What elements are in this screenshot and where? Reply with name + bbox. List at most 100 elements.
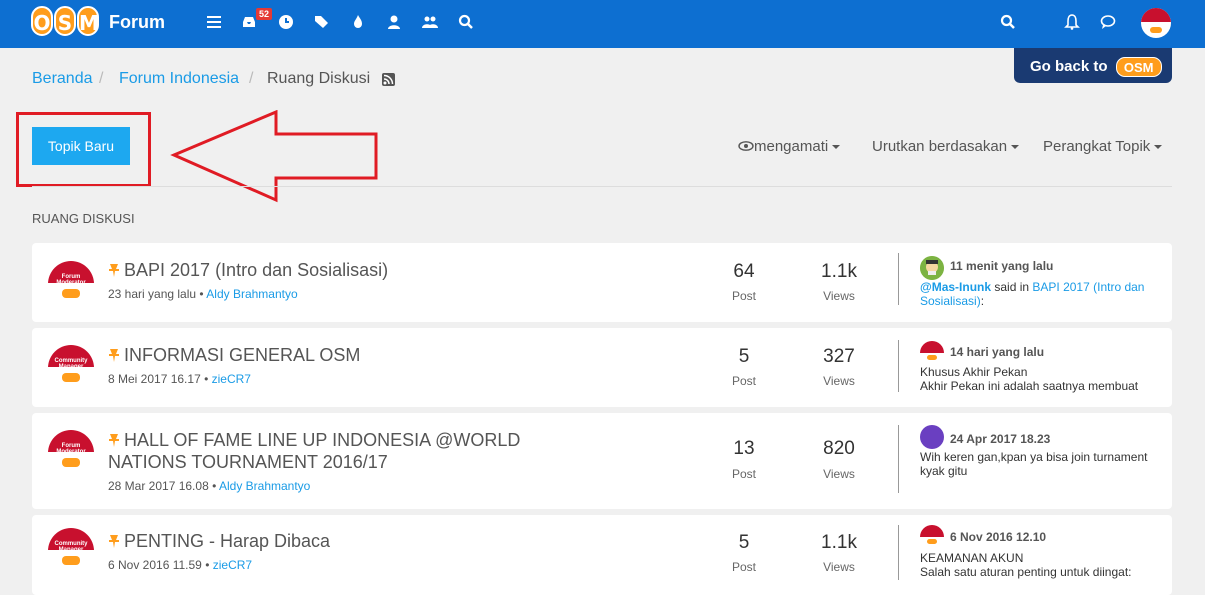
view-count: 820: [823, 438, 855, 459]
divider: [898, 425, 899, 493]
watch-label: mengamati: [754, 138, 829, 155]
logo-letter: S: [54, 6, 76, 36]
post-count: 13: [733, 438, 755, 459]
brand-title[interactable]: Forum: [109, 12, 165, 33]
fire-icon[interactable]: [349, 13, 367, 31]
last-post-teaser[interactable]: Wih keren gan,kpan ya bisa join turnamen…: [920, 450, 1150, 478]
breadcrumb-separator: /: [249, 70, 254, 87]
topic-row[interactable]: Forum Moderator BAPI 2017 (Intro dan Sos…: [32, 243, 1172, 322]
topic-time[interactable]: 6 Nov 2016 11.59: [108, 558, 202, 572]
caret-down-icon: [1011, 145, 1020, 150]
author-avatar[interactable]: Forum Moderator: [48, 261, 94, 307]
last-post-time[interactable]: 24 Apr 2017 18.23: [950, 432, 1050, 446]
topic-meta: 6 Nov 2016 11.59 • zieCR7: [108, 558, 253, 572]
teaser-line: Khusus Akhir Pekan: [920, 365, 1028, 379]
notification-badge: 52: [256, 8, 273, 20]
users-icon[interactable]: [421, 13, 439, 31]
topic-row[interactable]: Forum Moderator HALL OF FAME LINE UP IND…: [32, 413, 1172, 509]
last-poster-avatar[interactable]: [920, 256, 944, 280]
pin-icon: [109, 349, 119, 362]
search-icon[interactable]: [999, 13, 1017, 31]
topic-author[interactable]: Aldy Brahmantyo: [219, 479, 310, 493]
topic-author[interactable]: zieCR7: [212, 372, 251, 386]
rss-icon[interactable]: [382, 73, 395, 86]
top-navbar: O S M Forum 52: [0, 0, 1205, 48]
post-label: Post: [731, 289, 756, 303]
annotation-highlight-box: [16, 112, 151, 187]
user-icon[interactable]: [385, 13, 403, 31]
avatar-label: Moderator: [56, 280, 86, 286]
logo-letter: M: [77, 6, 99, 36]
topic-author[interactable]: Aldy Brahmantyo: [206, 287, 297, 301]
divider: [898, 525, 899, 580]
pin-icon: [109, 535, 119, 548]
topic-meta: 28 Mar 2017 16.08 • Aldy Brahmantyo: [108, 479, 311, 493]
last-post-time[interactable]: 11 menit yang lalu: [950, 259, 1053, 273]
go-back-osm-logo: OSM: [1115, 57, 1162, 77]
go-back-label: Go back to: [1030, 57, 1108, 75]
topic-title[interactable]: BAPI 2017 (Intro dan Sosialisasi): [108, 259, 608, 281]
last-post-teaser[interactable]: @Mas-Inunk said in BAPI 2017 (Intro dan …: [920, 280, 1150, 308]
last-post-teaser[interactable]: Khusus Akhir Pekan Akhir Pekan ini adala…: [920, 365, 1150, 393]
divider: [898, 340, 899, 392]
tags-icon[interactable]: [313, 13, 331, 31]
last-poster-avatar[interactable]: [920, 425, 944, 449]
annotation-arrow-icon: [170, 110, 378, 203]
topic-time[interactable]: 23 hari yang lalu: [108, 287, 196, 301]
pin-icon: [109, 264, 119, 277]
chat-icon[interactable]: [1099, 13, 1117, 31]
topic-title-text: BAPI 2017 (Intro dan Sosialisasi): [124, 260, 389, 280]
teaser-line: Akhir Pekan ini adalah saatnya membuat: [920, 379, 1139, 393]
topic-row[interactable]: Community Manager INFORMASI GENERAL OSM …: [32, 328, 1172, 407]
topic-time[interactable]: 8 Mei 2017 16.17: [108, 372, 201, 386]
post-count: 5: [738, 346, 750, 367]
pin-icon: [109, 434, 119, 447]
topic-title[interactable]: PENTING - Harap Dibaca: [108, 530, 608, 552]
author-avatar[interactable]: Community Manager: [48, 345, 94, 391]
topic-title-text: HALL OF FAME LINE UP INDONESIA @WORLD NA…: [108, 430, 521, 472]
logo-letter: O: [31, 6, 53, 36]
topic-tools-dropdown[interactable]: Perangkat Topik: [1043, 138, 1163, 155]
user-avatar[interactable]: [1141, 8, 1171, 38]
topic-row[interactable]: Community Manager PENTING - Harap Dibaca…: [32, 515, 1172, 595]
post-count: 64: [733, 261, 755, 282]
eye-icon: [738, 141, 754, 151]
caret-down-icon: [1154, 145, 1163, 150]
post-label: Post: [731, 374, 756, 388]
topic-title-text: PENTING - Harap Dibaca: [124, 531, 331, 551]
osm-logo[interactable]: O S M: [31, 6, 99, 36]
topic-tools-label: Perangkat Topik: [1043, 138, 1151, 155]
breadcrumb-home[interactable]: Beranda: [32, 70, 93, 88]
divider: [898, 253, 899, 305]
topic-author[interactable]: zieCR7: [213, 558, 252, 572]
avatar-label: Manager: [58, 364, 84, 370]
topic-title[interactable]: INFORMASI GENERAL OSM: [108, 344, 608, 366]
go-back-button[interactable]: Go back to OSM: [1014, 48, 1172, 83]
view-count: 327: [823, 346, 855, 367]
author-avatar[interactable]: Community Manager: [48, 528, 94, 574]
avatar-label: Moderator: [56, 449, 86, 455]
sort-dropdown[interactable]: Urutkan berdasakan: [872, 138, 1020, 155]
search-icon[interactable]: [457, 13, 475, 31]
bell-icon[interactable]: [1063, 13, 1081, 31]
post-count: 5: [738, 532, 750, 553]
author-avatar[interactable]: Forum Moderator: [48, 430, 94, 476]
mention-link[interactable]: @Mas-Inunk: [920, 280, 991, 294]
breadcrumb-forum-indonesia[interactable]: Forum Indonesia: [119, 70, 239, 88]
topic-time[interactable]: 28 Mar 2017 16.08: [108, 479, 209, 493]
last-post-time[interactable]: 14 hari yang lalu: [950, 345, 1044, 359]
category-title: RUANG DISKUSI: [32, 211, 135, 226]
clock-icon[interactable]: [277, 13, 295, 31]
view-label: Views: [823, 289, 855, 303]
list-icon[interactable]: [205, 13, 223, 31]
watch-dropdown[interactable]: mengamati: [738, 138, 841, 155]
topic-title[interactable]: HALL OF FAME LINE UP INDONESIA @WORLD NA…: [108, 429, 588, 473]
last-poster-avatar[interactable]: [920, 341, 944, 365]
last-post-teaser[interactable]: KEAMANAN AKUN Salah satu aturan penting …: [920, 551, 1150, 579]
breadcrumb-current: Ruang Diskusi: [267, 70, 371, 87]
view-count: 1.1k: [821, 261, 857, 282]
last-post-time[interactable]: 6 Nov 2016 12.10: [950, 530, 1046, 544]
topic-meta: 8 Mei 2017 16.17 • zieCR7: [108, 372, 251, 386]
last-poster-avatar[interactable]: [920, 525, 944, 549]
topic-title-text: INFORMASI GENERAL OSM: [124, 345, 361, 365]
